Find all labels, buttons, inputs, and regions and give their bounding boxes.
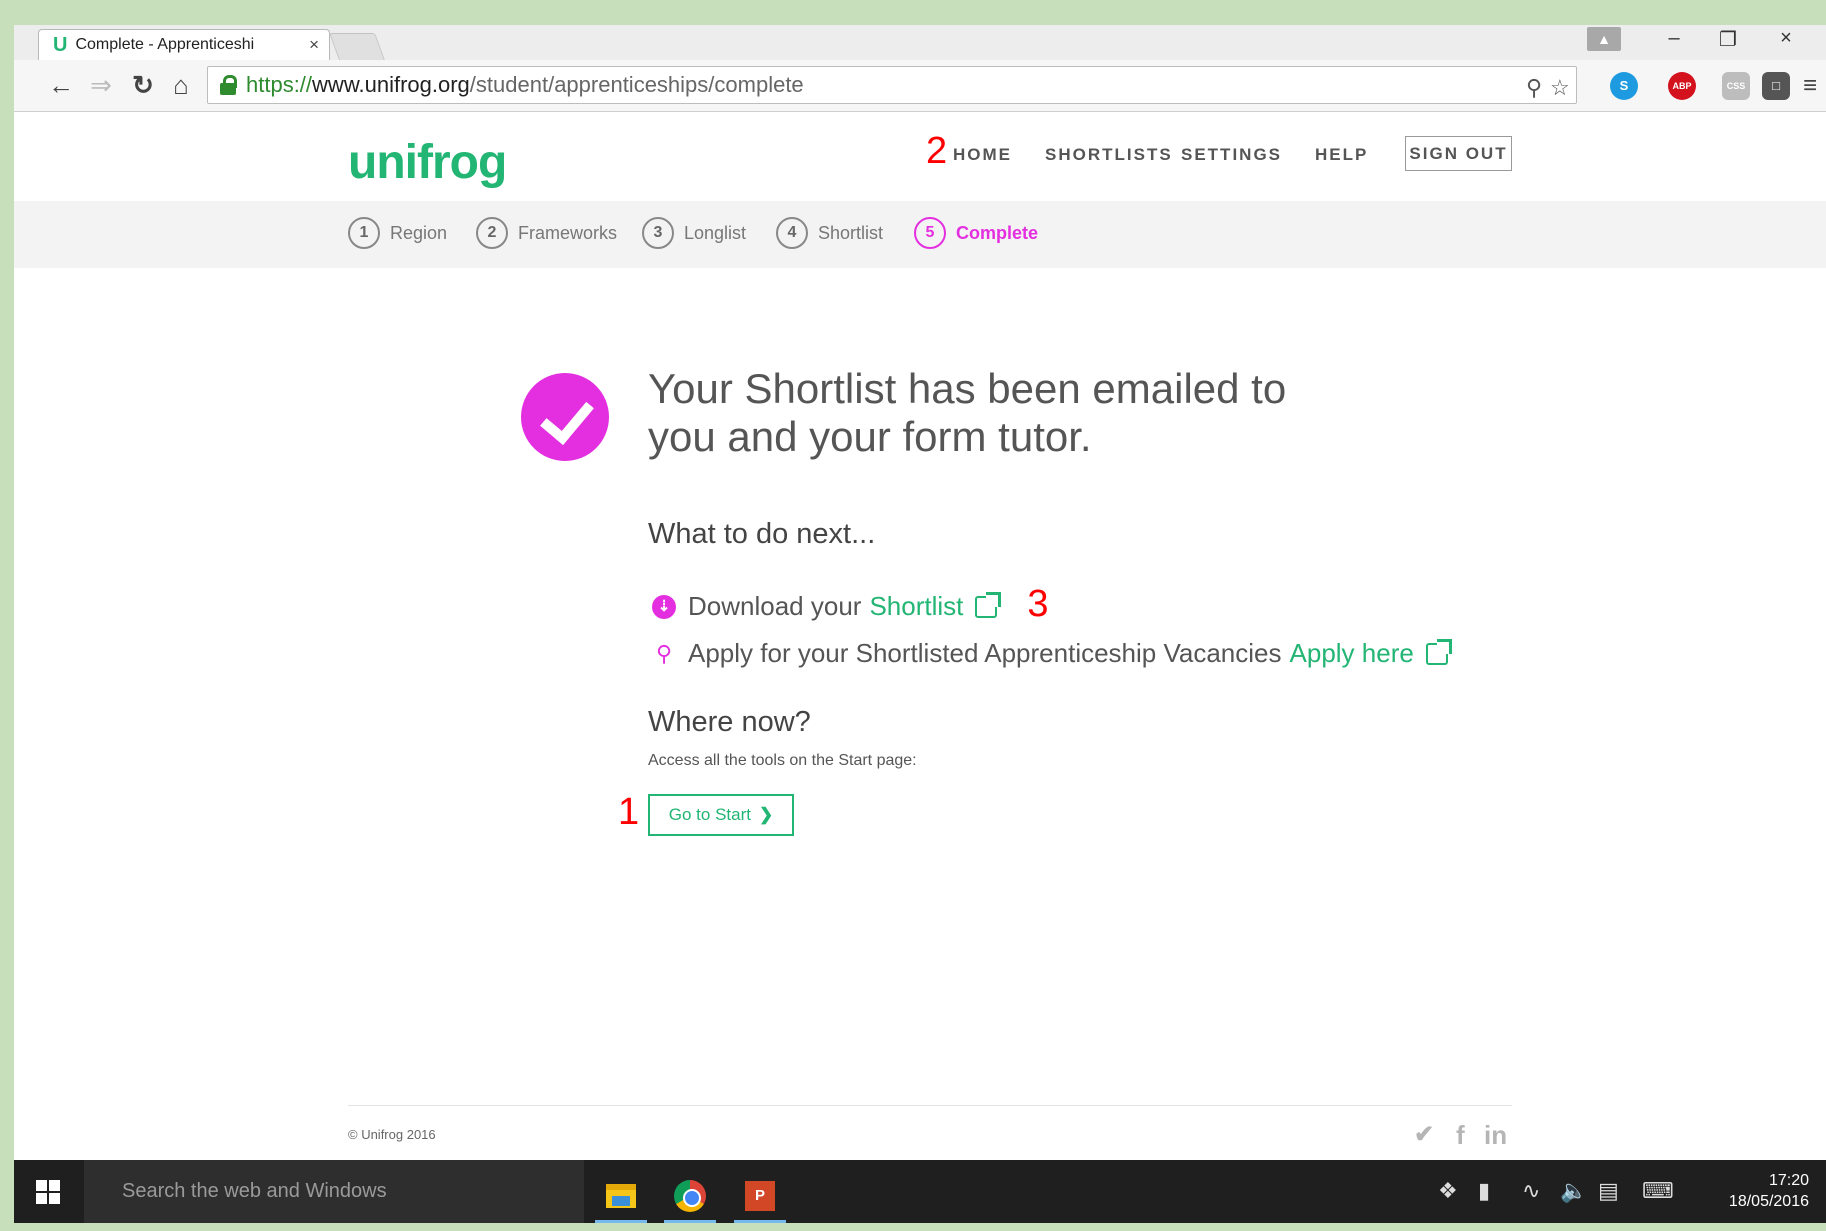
clock-date: 18/05/2016 [1728, 1193, 1809, 1210]
step-region[interactable]: 1 Region [348, 217, 447, 249]
forward-arrow-icon[interactable]: ⇒ [86, 70, 116, 100]
footer-divider [348, 1105, 1512, 1106]
annotation-marker-1: 1 [618, 791, 640, 833]
adblock-extension-icon[interactable]: ABP [1668, 72, 1696, 100]
notifications-icon[interactable]: ▤ [1598, 1178, 1619, 1204]
step-number: 5 [914, 217, 946, 249]
home-icon[interactable]: ⌂ [166, 70, 196, 100]
apply-here-link[interactable]: Apply here [1290, 638, 1414, 669]
unifrog-favicon-icon: U [53, 33, 68, 56]
linkedin-icon[interactable]: in [1484, 1120, 1507, 1151]
dropbox-icon[interactable]: ❖ [1438, 1178, 1458, 1204]
windows-taskbar: Search the web and Windows P ❖ ▮ ∿ 🔈 ▤ ⌨… [14, 1160, 1826, 1223]
download-row: ⇣ Download your Shortlist 3 [652, 583, 1049, 628]
go-to-start-label: Go to Start [668, 805, 751, 824]
windows-start-icon[interactable] [36, 1180, 60, 1204]
extension-icon[interactable]: □ [1762, 72, 1790, 100]
step-label: Region [390, 222, 448, 243]
download-icon: ⇣ [652, 594, 676, 619]
nav-home[interactable]: HOME [953, 145, 1012, 165]
go-to-start-button[interactable]: Go to Start ❯ [648, 794, 794, 836]
facebook-icon[interactable]: f [1456, 1120, 1465, 1151]
css-extension-icon[interactable]: CSS [1722, 72, 1750, 100]
browser-toolbar: ← ⇒ ↻ ⌂ https://www.unifrog.org/student/… [14, 60, 1826, 112]
progress-steps: 1 Region 2 Frameworks 3 Longlist 4 Short… [14, 201, 1826, 268]
skype-extension-icon[interactable]: S [1610, 72, 1638, 100]
url-text: https://www.unifrog.org/student/apprenti… [246, 72, 804, 97]
next-steps-heading: What to do next... [648, 518, 876, 550]
step-label: Frameworks [518, 222, 618, 243]
step-label: Complete [956, 222, 1039, 243]
system-clock[interactable]: 17:20 18/05/2016 [1714, 1170, 1809, 1212]
bookmark-star-icon[interactable]: ☆ [1550, 75, 1570, 101]
step-number: 2 [476, 217, 508, 249]
secure-lock-icon [218, 73, 238, 97]
close-window-button[interactable]: × [1766, 27, 1806, 50]
unifrog-logo[interactable]: unifrog [348, 135, 507, 190]
nav-shortlists[interactable]: SHORTLISTS [1045, 145, 1173, 165]
apply-text: Apply for your Shortlisted Apprenticeshi… [688, 638, 1282, 668]
step-number: 4 [776, 217, 808, 249]
clock-time: 17:20 [1768, 1172, 1809, 1189]
chrome-icon[interactable] [660, 1168, 720, 1223]
volume-muted-icon[interactable]: 🔈 [1560, 1178, 1587, 1204]
success-check-icon [521, 373, 609, 461]
keyboard-icon[interactable]: ⌨ [1642, 1178, 1674, 1204]
new-tab-button[interactable] [329, 33, 385, 60]
download-shortlist-link[interactable]: Shortlist [869, 591, 963, 622]
step-shortlist[interactable]: 4 Shortlist [776, 217, 883, 249]
tab-strip: U Complete - Apprenticeshi × ▲ – ❐ × [14, 25, 1826, 60]
annotation-marker-3: 3 [1027, 583, 1049, 625]
step-complete[interactable]: 5 Complete [914, 217, 1038, 249]
address-bar[interactable]: https://www.unifrog.org/student/apprenti… [207, 66, 1577, 104]
nav-settings[interactable]: SETTINGS [1181, 145, 1282, 165]
external-link-icon[interactable] [1425, 638, 1452, 665]
where-now-subtitle: Access all the tools on the Start page: [648, 752, 917, 769]
page-title: Your Shortlist has been emailed to you a… [648, 365, 1287, 460]
browser-tab[interactable]: U Complete - Apprenticeshi × [38, 29, 330, 60]
where-now-heading: Where now? [648, 706, 811, 738]
screen: U Complete - Apprenticeshi × ▲ – ❐ × ← ⇒… [14, 25, 1826, 1223]
sign-out-button[interactable]: SIGN OUT [1405, 136, 1512, 171]
external-link-icon[interactable] [975, 591, 1002, 618]
profile-icon[interactable]: ▲ [1587, 27, 1621, 51]
back-arrow-icon[interactable]: ← [46, 70, 76, 100]
site-header: unifrog 2 HOME SHORTLISTS SETTINGS HELP … [14, 112, 1826, 201]
step-number: 3 [642, 217, 674, 249]
step-frameworks[interactable]: 2 Frameworks [476, 217, 617, 249]
zoom-icon[interactable]: ⚲ [1526, 75, 1542, 101]
twitter-icon[interactable]: ✔ [1414, 1120, 1434, 1149]
nav-help[interactable]: HELP [1315, 145, 1368, 165]
download-text: Download your [688, 591, 862, 621]
apply-row: ⚲ Apply for your Shortlisted Apprentices… [652, 638, 1452, 669]
restore-button[interactable]: ❐ [1708, 27, 1748, 52]
tab-title: Complete - Apprenticeshi [75, 36, 255, 53]
taskbar-search-input[interactable]: Search the web and Windows [84, 1160, 584, 1223]
battery-icon[interactable]: ▮ [1478, 1178, 1490, 1204]
chevron-right-icon: ❯ [758, 805, 774, 824]
reload-icon[interactable]: ↻ [128, 70, 158, 100]
file-explorer-icon[interactable] [591, 1168, 651, 1223]
lightbulb-icon: ⚲ [655, 640, 673, 666]
powerpoint-icon[interactable]: P [730, 1168, 790, 1223]
wifi-icon[interactable]: ∿ [1522, 1178, 1540, 1204]
step-number: 1 [348, 217, 380, 249]
annotation-marker-2: 2 [926, 130, 948, 172]
tab-close-icon[interactable]: × [309, 35, 319, 55]
minimize-button[interactable]: – [1654, 27, 1694, 50]
step-label: Longlist [684, 222, 747, 243]
menu-icon[interactable]: ≡ [1796, 72, 1824, 100]
copyright-text: © Unifrog 2016 [348, 1127, 436, 1142]
step-label: Shortlist [818, 222, 884, 243]
step-longlist[interactable]: 3 Longlist [642, 217, 746, 249]
